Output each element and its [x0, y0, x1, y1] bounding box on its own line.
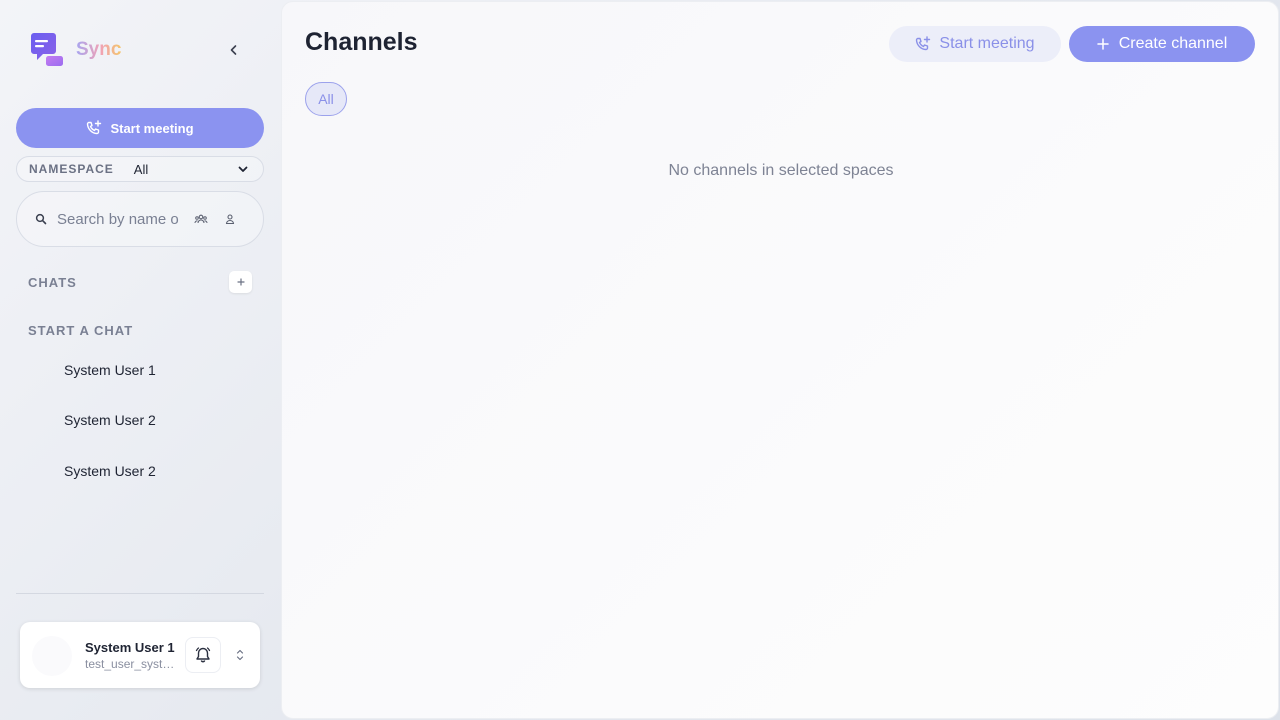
start-chat-user-item[interactable]: System User 2: [20, 400, 264, 440]
chat-logo-icon: [30, 33, 64, 67]
filter-chip-all[interactable]: All: [305, 82, 347, 116]
bell-icon: [195, 647, 211, 663]
search-input[interactable]: [57, 210, 182, 228]
start-chat-user-item[interactable]: System User 2: [20, 451, 264, 491]
filter-chip-label: All: [318, 91, 334, 107]
chevron-down-icon: [238, 166, 248, 172]
sidebar: Sync Start meeting NAMESPACE All Search …: [0, 0, 281, 720]
app-name: Sync: [76, 39, 122, 60]
user-name: System User 1: [64, 362, 156, 378]
sidebar-divider: [16, 593, 264, 594]
profile-name: System User 1: [85, 640, 175, 655]
namespace-value: All: [133, 161, 149, 177]
user-profile-card[interactable]: System User 1 test_user_system_1: [20, 622, 260, 688]
chats-section-title: CHATS: [28, 275, 77, 290]
search-icon: [35, 213, 47, 225]
person-filter-button[interactable]: [224, 213, 236, 225]
start-chat-section-title: START A CHAT: [28, 323, 134, 338]
main-panel: Channels Start meeting Create channel Al…: [281, 1, 1279, 719]
avatar: [32, 636, 72, 676]
group-filter-button[interactable]: [194, 213, 208, 225]
user-name: System User 2: [64, 463, 156, 479]
sidebar-start-meeting-label: Start meeting: [110, 120, 194, 136]
chevrons-updown-icon: [236, 649, 244, 661]
start-chat-user-item[interactable]: System User 1: [20, 350, 264, 390]
namespace-label: NAMESPACE: [29, 162, 114, 176]
phone-plus-icon: [916, 36, 931, 51]
brand: Sync: [30, 33, 121, 67]
search-box: [16, 191, 264, 247]
page-title: Channels: [305, 28, 418, 56]
plus-icon: [1096, 38, 1109, 50]
namespace-filter: NAMESPACE All: [16, 156, 264, 182]
header-start-meeting-label: Start meeting: [939, 35, 1035, 52]
notifications-button[interactable]: [185, 637, 221, 673]
user-name: System User 2: [64, 412, 156, 428]
phone-plus-icon: [87, 120, 102, 135]
profile-menu-toggle[interactable]: [232, 646, 248, 664]
create-channel-button[interactable]: Create channel: [1069, 26, 1255, 62]
add-chat-button[interactable]: [229, 271, 252, 293]
plus-icon: [236, 278, 245, 286]
group-icon: [194, 214, 208, 224]
collapse-sidebar-button[interactable]: [224, 40, 244, 60]
header-start-meeting-button[interactable]: Start meeting: [889, 26, 1061, 62]
person-icon: [225, 214, 235, 225]
namespace-select[interactable]: All: [134, 162, 263, 177]
create-channel-label: Create channel: [1118, 35, 1228, 52]
empty-state-message: No channels in selected spaces: [668, 162, 894, 179]
chevron-left-icon: [230, 45, 237, 55]
profile-handle: test_user_system_1: [85, 657, 177, 671]
sidebar-start-meeting-button[interactable]: Start meeting: [16, 108, 264, 148]
